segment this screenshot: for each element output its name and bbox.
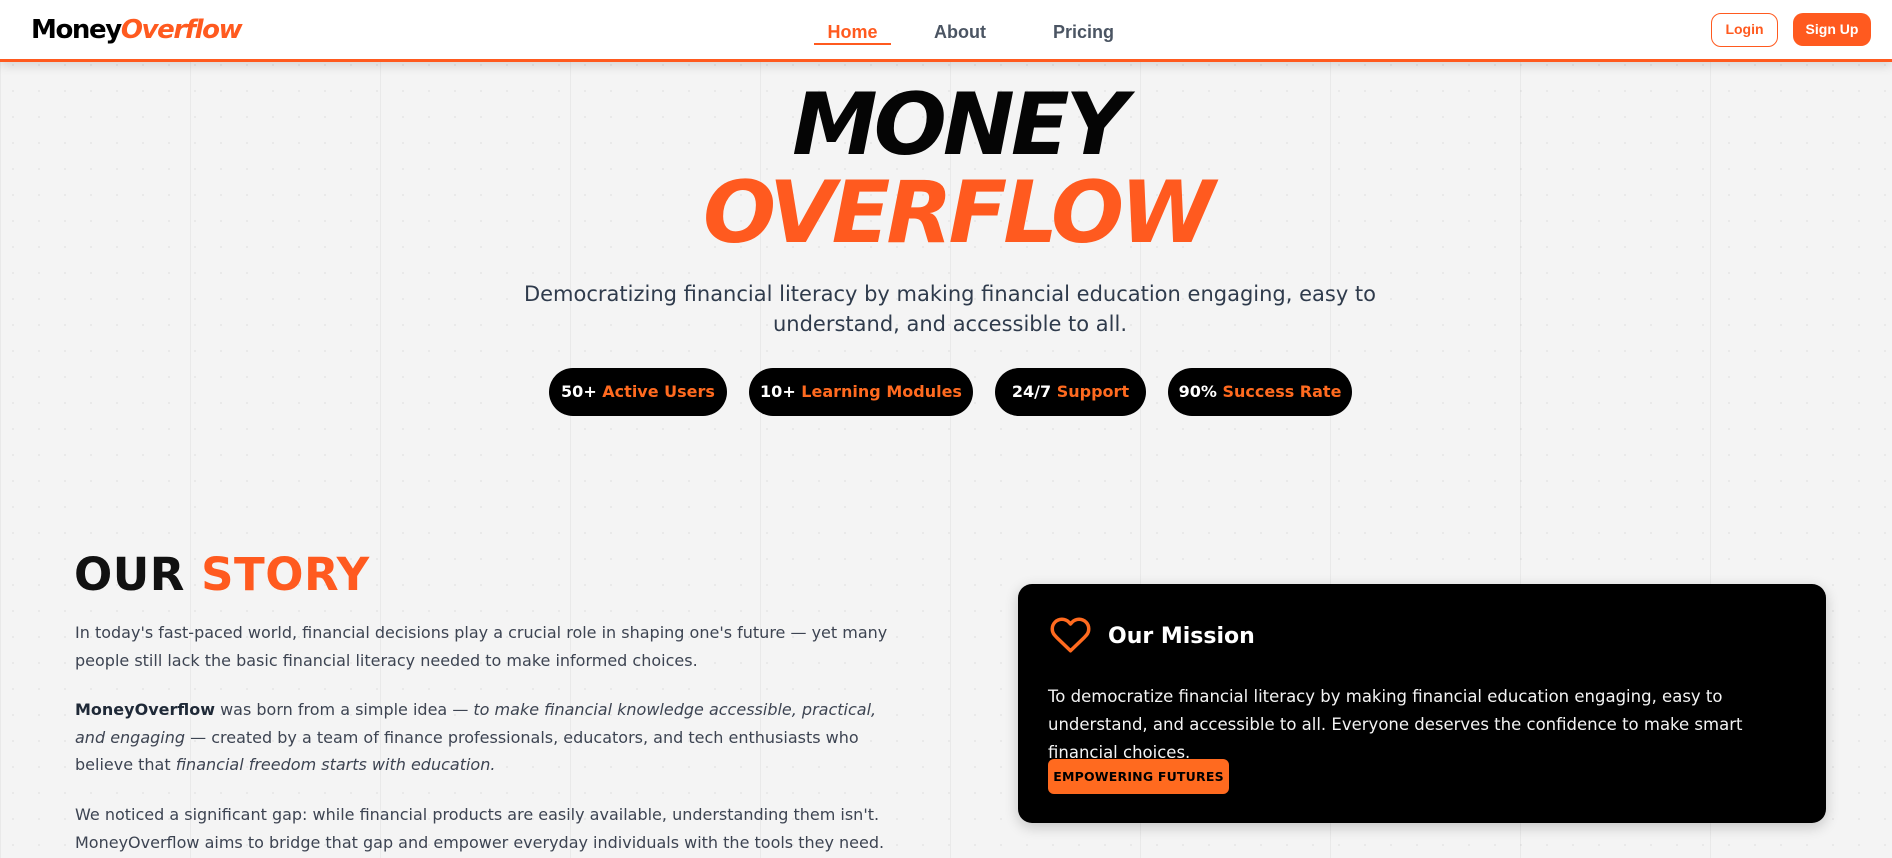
logo-text-money: Money xyxy=(31,15,122,45)
mission-text: To democratize financial literacy by mak… xyxy=(1048,687,1743,762)
stat-value: 90% xyxy=(1178,382,1217,401)
story-text: was born from a simple idea — xyxy=(215,700,474,719)
stat-pill-modules: 10+ Learning Modules xyxy=(749,368,973,416)
story-paragraph-1: In today's fast-paced world, financial d… xyxy=(75,623,888,670)
mission-title: Our Mission xyxy=(1108,624,1255,649)
nav-link-about[interactable]: About xyxy=(934,0,986,59)
main-nav: Home About Pricing xyxy=(810,0,1114,59)
nav-link-pricing[interactable]: Pricing xyxy=(1053,0,1114,59)
story-paragraph-3: We noticed a significant gap: while fina… xyxy=(75,805,885,852)
brand-logo[interactable]: MoneyOverflow xyxy=(31,15,243,45)
stat-pill-users: 50+ Active Users xyxy=(549,368,727,416)
stat-value: 24/7 xyxy=(1011,382,1052,401)
story-emphasis: financial freedom starts with education. xyxy=(175,755,496,774)
hero-subtitle: Democratizing financial literacy by maki… xyxy=(523,282,1377,336)
story-paragraph-2: MoneyOverflow was born from a simple ide… xyxy=(75,696,895,779)
story-heading-accent: STORY xyxy=(201,548,370,601)
brand-name: MoneyOverflow xyxy=(75,700,215,719)
hero-title-line2: OVERFLOW xyxy=(702,163,1215,263)
stat-label: Learning Modules xyxy=(801,382,962,401)
signup-button[interactable]: Sign Up xyxy=(1793,13,1871,46)
mission-card: Our Mission To democratize financial lit… xyxy=(1018,584,1826,823)
stat-pill-success: 90% Success Rate xyxy=(1168,368,1352,416)
stat-value: 10+ xyxy=(760,382,796,401)
heart-icon xyxy=(1050,617,1091,653)
navbar: MoneyOverflow Home About Pricing Login S… xyxy=(0,0,1892,62)
stat-label: Support xyxy=(1056,382,1130,401)
stat-label: Active Users xyxy=(602,382,715,401)
nav-link-home[interactable]: Home xyxy=(810,0,895,59)
stat-value: 50+ xyxy=(561,382,597,401)
story-heading: OUR STORY xyxy=(74,549,370,601)
login-button[interactable]: Login xyxy=(1711,13,1778,47)
mission-badge: EMPOWERING FUTURES xyxy=(1048,759,1229,794)
stat-pill-support: 24/7 Support xyxy=(995,368,1146,416)
hero-title-line1: MONEY xyxy=(792,75,1128,175)
logo-text-overflow: Overflow xyxy=(120,15,243,45)
story-heading-main: OUR xyxy=(74,548,185,601)
stat-label: Success Rate xyxy=(1222,382,1342,401)
